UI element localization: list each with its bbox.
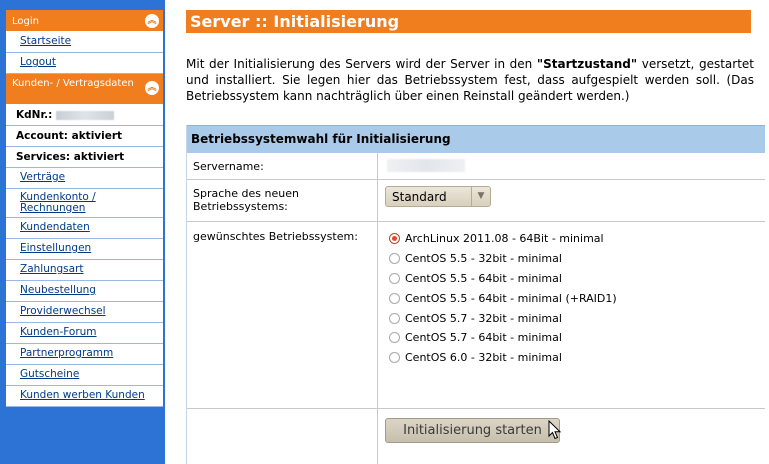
radio-icon[interactable]: [389, 253, 400, 265]
chevron-double-up-icon[interactable]: ︽: [145, 81, 159, 95]
main-content: Server :: Initialisierung Mit der Initia…: [186, 0, 765, 464]
radio-icon[interactable]: [389, 352, 400, 364]
panel-title: Betriebssystemwahl für Initialisierung: [187, 125, 765, 153]
kunden-section-title: Kunden- / Vertragsdaten: [12, 78, 134, 89]
language-select-value: Standard: [392, 190, 447, 204]
nav-kundenkonto[interactable]: Kundenkonto / Rechnungen: [6, 189, 163, 218]
os-option[interactable]: CentOS 5.5 - 32bit - minimal: [389, 249, 617, 269]
nav-vertraege[interactable]: Verträge: [6, 168, 163, 189]
servername-value: [377, 153, 577, 179]
os-option[interactable]: CentOS 5.5 - 64bit - minimal (+RAID1): [389, 288, 617, 308]
os-selection-panel: Betriebssystemwahl für Initialisierung S…: [186, 125, 765, 464]
radio-checked-icon[interactable]: [389, 233, 400, 245]
sidebar: Login ︽ Startseite Logout Kunden- / Vert…: [0, 0, 165, 464]
intro-text-start: Mit der Initialisierung des Servers wird…: [186, 57, 537, 71]
radio-icon[interactable]: [389, 332, 400, 344]
language-select[interactable]: Standard ▼: [385, 186, 491, 207]
start-initialization-button[interactable]: Initialisierung starten: [385, 418, 560, 443]
login-section-title: Login: [12, 16, 39, 27]
intro-text: Mit der Initialisierung des Servers wird…: [186, 56, 754, 104]
os-radio-list: ArchLinux 2011.08 - 64Bit - minimal Cent…: [389, 229, 617, 368]
intro-text-highlight: "Startzustand": [536, 57, 638, 71]
customer-number: KdNr.:: [6, 105, 163, 126]
nav-gutscheine[interactable]: Gutscheine: [6, 365, 163, 386]
os-option[interactable]: ArchLinux 2011.08 - 64Bit - minimal: [389, 229, 617, 249]
os-label: gewünschtes Betriebssystem:: [193, 230, 358, 243]
language-row: Sprache des neuen Betriebssystems: Stand…: [187, 180, 765, 222]
servername-redacted: [387, 159, 465, 172]
nav-providerwechsel[interactable]: Providerwechsel: [6, 302, 163, 323]
nav-kundendaten[interactable]: Kundendaten: [6, 218, 163, 239]
chevron-double-up-icon[interactable]: ︽: [145, 14, 159, 28]
radio-icon[interactable]: [389, 292, 400, 304]
radio-icon[interactable]: [389, 312, 400, 324]
login-section-header[interactable]: Login ︽: [6, 10, 163, 32]
nav-partnerprogramm[interactable]: Partnerprogramm: [6, 344, 163, 365]
os-option-label: ArchLinux 2011.08 - 64Bit - minimal: [405, 232, 604, 246]
page-title: Server :: Initialisierung: [186, 10, 751, 33]
nav-neubestellung[interactable]: Neubestellung: [6, 281, 163, 302]
os-row: gewünschtes Betriebssystem: ArchLinux 20…: [187, 222, 765, 409]
os-option-label: CentOS 5.7 - 32bit - minimal: [405, 311, 562, 325]
nav-kunden-forum[interactable]: Kunden-Forum: [6, 323, 163, 344]
kunden-section-header[interactable]: Kunden- / Vertragsdaten ︽: [6, 74, 163, 105]
sidebar-nav: Login ︽ Startseite Logout Kunden- / Vert…: [6, 10, 163, 407]
nav-logout[interactable]: Logout: [6, 53, 163, 74]
nav-zahlungsart[interactable]: Zahlungsart: [6, 260, 163, 281]
nav-kunden-werben-kunden[interactable]: Kunden werben Kunden: [6, 386, 163, 407]
account-status: Account: aktiviert: [6, 126, 163, 147]
os-option-label: CentOS 5.7 - 64bit - minimal: [405, 331, 562, 345]
servername-row: Servername:: [187, 153, 765, 180]
triangle-down-icon[interactable]: ▼: [471, 187, 490, 206]
servername-label: Servername:: [193, 160, 264, 173]
nav-einstellungen[interactable]: Einstellungen: [6, 239, 163, 260]
customer-number-label: KdNr.:: [16, 109, 53, 121]
os-option-label: CentOS 5.5 - 64bit - minimal: [405, 271, 562, 285]
language-label: Sprache des neuen Betriebssystems:: [193, 187, 299, 213]
os-option-label: CentOS 5.5 - 64bit - minimal (+RAID1): [405, 291, 617, 305]
os-option[interactable]: CentOS 5.7 - 64bit - minimal: [389, 328, 617, 348]
radio-icon[interactable]: [389, 272, 400, 284]
submit-row: Initialisierung starten: [187, 409, 765, 464]
os-option[interactable]: CentOS 5.5 - 64bit - minimal: [389, 269, 617, 289]
os-option-label: CentOS 6.0 - 32bit - minimal: [405, 351, 562, 365]
customer-number-redacted: [56, 110, 115, 120]
os-option[interactable]: CentOS 6.0 - 32bit - minimal: [389, 348, 617, 368]
os-option[interactable]: CentOS 5.7 - 32bit - minimal: [389, 308, 617, 328]
nav-startseite[interactable]: Startseite: [6, 32, 163, 53]
os-option-label: CentOS 5.5 - 32bit - minimal: [405, 252, 562, 266]
services-status: Services: aktiviert: [6, 147, 163, 168]
mouse-pointer-icon: [548, 420, 562, 440]
